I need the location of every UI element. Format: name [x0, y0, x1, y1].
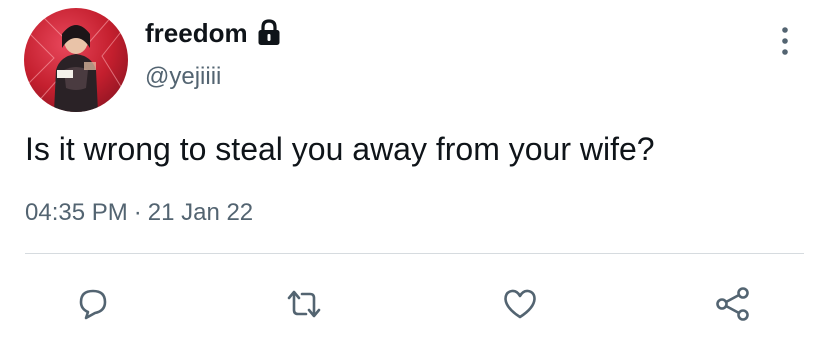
- tweet-time: 04:35 PM: [25, 199, 128, 226]
- comment-icon: [79, 289, 107, 320]
- meta-separator: ·: [133, 199, 142, 226]
- more-vertical-icon[interactable]: [777, 24, 793, 58]
- tweet-date: 21 Jan 22: [147, 199, 254, 226]
- share-button[interactable]: [712, 284, 752, 324]
- lock-icon: [256, 19, 282, 47]
- display-name-text: freedom: [145, 18, 248, 48]
- like-button[interactable]: [500, 284, 540, 324]
- reply-button[interactable]: [73, 284, 113, 324]
- retweet-button[interactable]: [284, 284, 324, 324]
- heart-icon: [504, 289, 536, 319]
- retweet-icon: [287, 290, 321, 318]
- profile-photo: [24, 8, 128, 112]
- avatar[interactable]: [24, 8, 128, 112]
- tweet-timestamp[interactable]: 04:35 PM · 21 Jan 22: [25, 198, 253, 228]
- share-icon: [716, 287, 749, 321]
- author-handle[interactable]: @yejiiii: [145, 62, 221, 92]
- tweet-text: Is it wrong to steal you away from your …: [25, 131, 655, 167]
- display-name[interactable]: freedom: [145, 17, 282, 49]
- divider: [25, 253, 804, 254]
